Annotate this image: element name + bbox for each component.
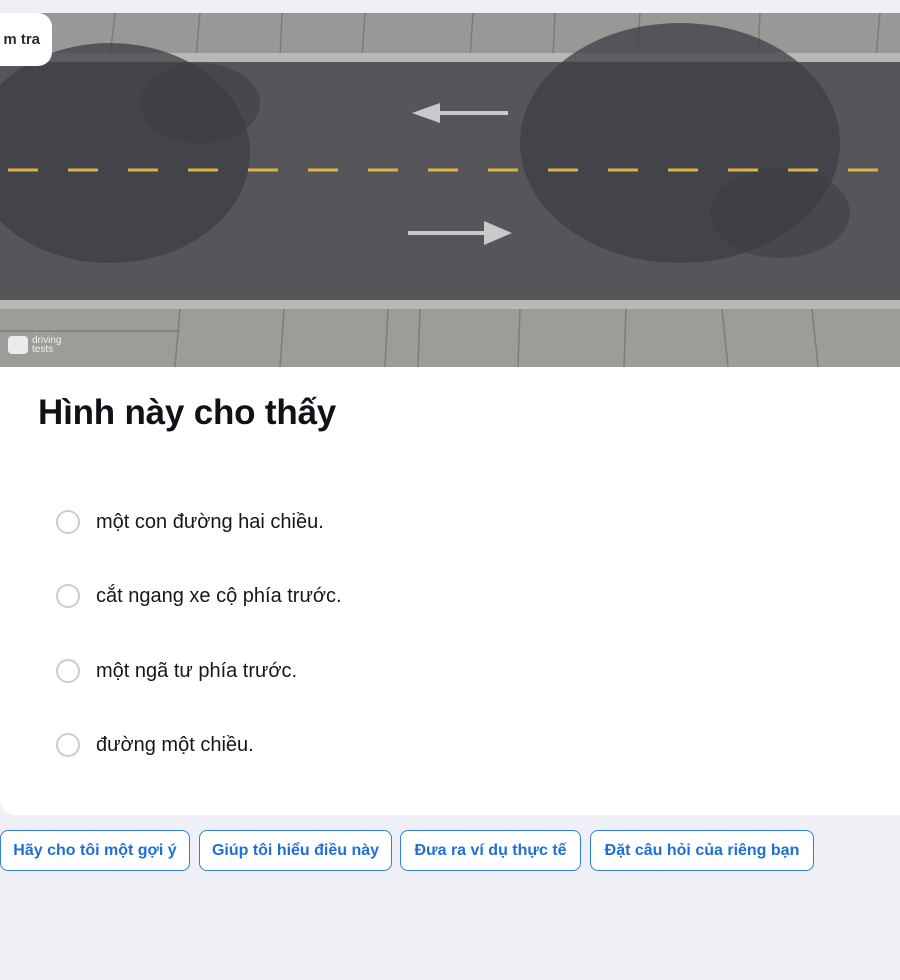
hint-button[interactable]: Hãy cho tôi một gợi ý bbox=[0, 830, 190, 871]
answer-label: cắt ngang xe cộ phía trước. bbox=[96, 584, 342, 607]
explain-button[interactable]: Giúp tôi hiểu điều này bbox=[199, 830, 392, 871]
answer-label: một con đường hai chiều. bbox=[96, 510, 324, 533]
answer-label: đường một chiều. bbox=[96, 733, 254, 756]
question-title: Hình này cho thấy bbox=[38, 393, 337, 432]
real-example-button[interactable]: Đưa ra ví dụ thực tế bbox=[400, 830, 581, 871]
test-tag[interactable]: m tra bbox=[0, 13, 52, 66]
answer-option-1[interactable]: một con đường hai chiều. bbox=[56, 507, 324, 537]
ask-own-question-button[interactable]: Đặt câu hỏi của riêng bạn bbox=[590, 830, 814, 871]
road-image: driving tests m tra bbox=[0, 13, 900, 367]
answer-option-4[interactable]: đường một chiều. bbox=[56, 730, 254, 760]
radio-button[interactable] bbox=[56, 510, 80, 534]
logo-text-line2: tests bbox=[32, 344, 54, 355]
road-illustration bbox=[0, 13, 900, 367]
driving-tests-logo: driving tests bbox=[8, 336, 61, 355]
radio-button[interactable] bbox=[56, 584, 80, 608]
answer-option-2[interactable]: cắt ngang xe cộ phía trước. bbox=[56, 581, 342, 611]
answer-label: một ngã tư phía trước. bbox=[96, 659, 298, 682]
radio-button[interactable] bbox=[56, 733, 80, 757]
radio-button[interactable] bbox=[56, 659, 80, 683]
logo-icon bbox=[8, 336, 28, 354]
answer-option-3[interactable]: một ngã tư phía trước. bbox=[56, 656, 297, 686]
